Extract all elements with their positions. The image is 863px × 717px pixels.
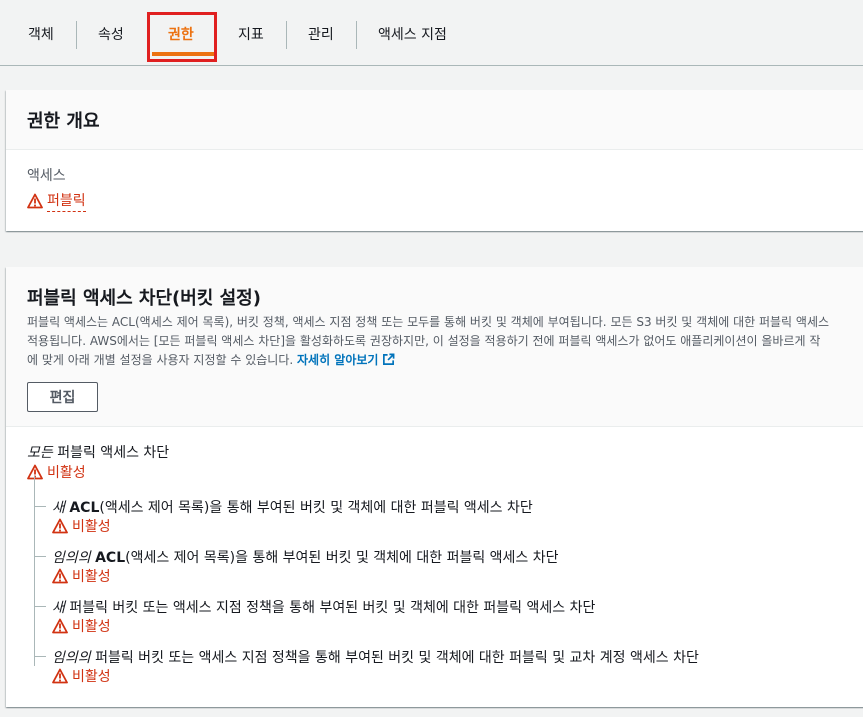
setting-bold: ACL <box>69 500 100 516</box>
setting-text: 퍼블릭 버킷 또는 액세스 지점 정책을 통해 부여된 버킷 및 객체에 대한 … <box>95 650 699 666</box>
setting-prefix: 임의의 <box>52 550 91 566</box>
tree-line <box>34 476 35 666</box>
permissions-overview-panel: 권한 개요 액세스 퍼블릭 <box>6 90 863 231</box>
description-line: 퍼블릭 액세스는 ACL(액세스 제어 목록), 버킷 정책, 액세스 지점 정… <box>27 315 830 329</box>
setting-new-acl-title: 새 ACL(액세스 제어 목록)을 통해 부여된 버킷 및 객체에 대한 퍼블릭… <box>52 497 533 517</box>
overview-title: 권한 개요 <box>27 111 100 132</box>
setting-prefix: 모든 <box>27 445 53 461</box>
tree-branch <box>34 506 46 507</box>
warning-icon <box>52 618 68 634</box>
tree-branch <box>34 556 46 557</box>
learn-more-link[interactable]: 자세히 알아보기 <box>297 353 378 367</box>
access-label: 액세스 <box>27 168 66 184</box>
setting-any-acl-title: 임의의 ACL(액세스 제어 목록)을 통해 부여된 버킷 및 객체에 대한 퍼… <box>52 547 559 567</box>
tree-branch <box>34 656 46 657</box>
warning-icon <box>27 193 43 209</box>
panel-header: 권한 개요 <box>6 90 863 150</box>
panel-header: 퍼블릭 액세스 차단(버킷 설정) 퍼블릭 액세스는 ACL(액세스 제어 목록… <box>6 267 863 427</box>
block-public-description: 퍼블릭 액세스는 ACL(액세스 제어 목록), 버킷 정책, 액세스 지점 정… <box>27 313 863 370</box>
status-text: 비활성 <box>72 619 111 635</box>
setting-prefix: 새 <box>52 600 65 616</box>
setting-any-acl-status: 비활성 <box>52 566 111 586</box>
block-public-access-panel: 퍼블릭 액세스 차단(버킷 설정) 퍼블릭 액세스는 ACL(액세스 제어 목록… <box>6 267 863 707</box>
setting-all-status: 비활성 <box>27 462 86 482</box>
warning-icon <box>27 464 43 480</box>
tab-objects[interactable]: 객체 <box>28 24 54 46</box>
status-text: 비활성 <box>72 569 111 585</box>
tab-access-points[interactable]: 액세스 지점 <box>378 24 447 46</box>
setting-text: (액세스 제어 목록)을 통해 부여된 버킷 및 객체에 대한 퍼블릭 액세스 … <box>99 500 533 516</box>
edit-button[interactable]: 편집 <box>27 382 98 412</box>
warning-icon <box>52 568 68 584</box>
external-link-icon[interactable] <box>382 353 395 366</box>
warning-icon <box>52 518 68 534</box>
tab-management[interactable]: 관리 <box>308 24 334 46</box>
description-line: 에 맞게 아래 개별 설정을 사용자 지정할 수 있습니다. 자세히 알아보기 <box>27 351 863 370</box>
setting-new-acl-status: 비활성 <box>52 516 111 536</box>
setting-bold: ACL <box>95 550 126 566</box>
tab-divider <box>286 21 287 49</box>
tab-properties[interactable]: 속성 <box>98 24 124 46</box>
setting-text: 퍼블릭 액세스 차단 <box>57 445 170 461</box>
setting-any-policy-status: 비활성 <box>52 666 111 686</box>
setting-new-policy-status: 비활성 <box>52 616 111 636</box>
setting-text: (액세스 제어 목록)을 통해 부여된 버킷 및 객체에 대한 퍼블릭 액세스 … <box>125 550 559 566</box>
setting-text: 퍼블릭 버킷 또는 액세스 지점 정책을 통해 부여된 버킷 및 객체에 대한 … <box>69 600 596 616</box>
status-text: 비활성 <box>72 669 111 685</box>
setting-prefix: 새 <box>52 500 65 516</box>
setting-prefix: 임의의 <box>52 650 91 666</box>
status-text: 비활성 <box>72 519 111 535</box>
tab-divider <box>76 21 77 49</box>
access-status[interactable]: 퍼블릭 <box>27 190 86 212</box>
tree-branch <box>34 606 46 607</box>
warning-icon <box>52 668 68 684</box>
tab-divider <box>356 21 357 49</box>
description-line: 적용됩니다. AWS에서는 [모든 퍼블릭 액세스 차단]을 활성화하도록 권장… <box>27 334 821 348</box>
setting-new-policy-title: 새 퍼블릭 버킷 또는 액세스 지점 정책을 통해 부여된 버킷 및 객체에 대… <box>52 597 595 617</box>
block-public-title: 퍼블릭 액세스 차단(버킷 설정) <box>27 288 261 309</box>
tab-bar: 객체 속성 권한 지표 관리 액세스 지점 <box>0 0 863 66</box>
setting-all-title: 모든 퍼블릭 액세스 차단 <box>27 442 169 462</box>
setting-any-policy-title: 임의의 퍼블릭 버킷 또는 액세스 지점 정책을 통해 부여된 버킷 및 객체에… <box>52 647 699 667</box>
tab-metrics[interactable]: 지표 <box>238 24 264 46</box>
description-text: 에 맞게 아래 개별 설정을 사용자 지정할 수 있습니다. <box>27 353 294 367</box>
highlight-annotation <box>147 12 217 62</box>
access-value: 퍼블릭 <box>47 190 86 212</box>
status-text: 비활성 <box>47 465 86 481</box>
